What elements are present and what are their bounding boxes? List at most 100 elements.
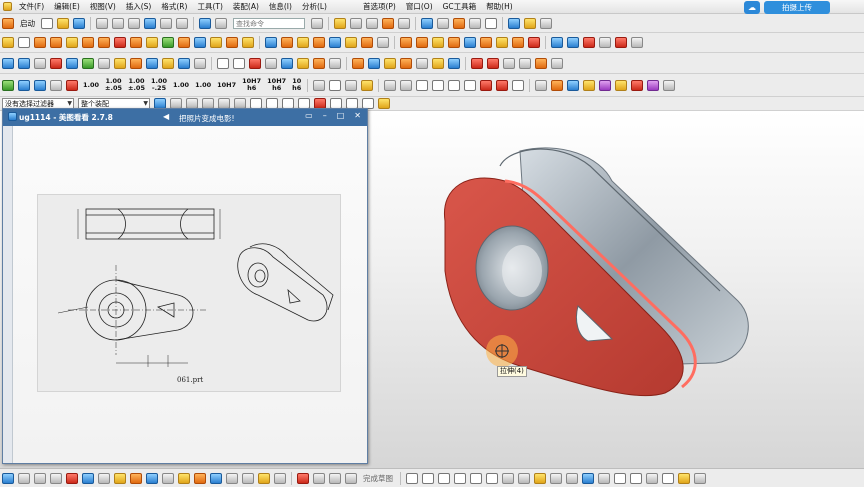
perspective-icon[interactable] — [398, 17, 410, 29]
cloud-upload-icon[interactable]: ☁ — [744, 1, 760, 14]
lights-icon[interactable] — [567, 79, 580, 91]
start-icon[interactable] — [2, 17, 14, 29]
viewer-title-bar[interactable]: ug1114 - 美图看看 2.7.8 ◀ 把照片变成电影! ▭ – □ ✕ — [3, 109, 367, 126]
section-view-icon[interactable] — [469, 17, 481, 29]
menu-help[interactable]: 帮助(H) — [481, 1, 518, 12]
pull-face-icon[interactable] — [528, 37, 540, 48]
text-curve-icon[interactable] — [329, 57, 341, 69]
constraints-icon[interactable] — [274, 472, 286, 484]
dimension-icon[interactable] — [297, 472, 309, 484]
note-icon[interactable] — [345, 79, 358, 91]
pattern-curve-icon[interactable] — [162, 472, 174, 484]
resize-face-icon[interactable] — [512, 37, 524, 48]
restore-icon[interactable]: ▭ — [305, 111, 313, 120]
reorder-feature-icon[interactable] — [130, 57, 142, 69]
offset-curve-icon[interactable] — [352, 57, 364, 69]
cone-icon[interactable] — [297, 37, 309, 48]
dim-style-7[interactable]: 10H7 — [217, 81, 236, 89]
sketch-fillet-icon[interactable] — [454, 472, 466, 484]
divide-curve-icon[interactable] — [448, 57, 460, 69]
sketch-show-icon[interactable] — [662, 472, 674, 484]
wcs-icon[interactable] — [2, 57, 14, 69]
offset-icon[interactable] — [146, 472, 158, 484]
polygon-icon[interactable] — [281, 57, 293, 69]
cut-icon[interactable] — [96, 17, 108, 29]
circle-icon[interactable] — [265, 57, 277, 69]
dim-style-9[interactable]: 10H7 h6 — [267, 78, 286, 92]
sphere-icon[interactable] — [313, 37, 325, 48]
sketch-mirror-icon[interactable] — [566, 472, 578, 484]
menu-edit[interactable]: 编辑(E) — [49, 1, 85, 12]
command-finder-icon[interactable] — [199, 17, 211, 29]
delay-update-icon[interactable] — [178, 57, 190, 69]
make-corner-icon[interactable] — [258, 472, 270, 484]
pmi-settings-icon[interactable] — [66, 79, 78, 91]
menu-file[interactable]: 文件(F) — [14, 1, 49, 12]
cylinder-icon[interactable] — [281, 37, 293, 48]
triangle-icon[interactable] — [233, 57, 245, 69]
intersect-curve-icon[interactable] — [384, 57, 396, 69]
datum-feature-icon[interactable] — [313, 79, 326, 91]
menu-window[interactable]: 窗口(O) — [401, 1, 438, 12]
viewer-canvas[interactable]: 061.prt — [3, 126, 367, 463]
convert-reference-icon[interactable] — [345, 472, 357, 484]
sketch-view-icon[interactable] — [50, 472, 62, 484]
sketch-circle-icon[interactable] — [438, 472, 450, 484]
orient-view-icon[interactable] — [453, 17, 465, 29]
pattern-icon[interactable] — [329, 37, 341, 48]
boss-icon[interactable] — [82, 37, 94, 48]
menu-view[interactable]: 视图(V) — [85, 1, 121, 12]
dim-style-1[interactable]: 1.00 — [83, 81, 99, 89]
angularity-icon[interactable] — [432, 79, 445, 91]
project-curve-icon[interactable] — [368, 57, 380, 69]
material-icon[interactable] — [551, 79, 564, 91]
dim-style-2[interactable]: 1.00 ±.05 — [105, 78, 122, 92]
redo-icon[interactable] — [160, 17, 172, 29]
rotate-icon[interactable] — [366, 17, 378, 29]
bounded-plane-icon[interactable] — [615, 37, 627, 48]
pan-icon[interactable] — [382, 17, 394, 29]
intersection-point-icon[interactable] — [194, 472, 206, 484]
viewer-caption[interactable]: 把照片变成电影! — [179, 113, 235, 124]
snap-options-icon[interactable] — [378, 98, 390, 109]
groove-icon[interactable] — [146, 37, 158, 48]
section-curve-icon[interactable] — [519, 57, 531, 69]
unite-icon[interactable] — [162, 37, 174, 48]
suppress-feature-icon[interactable] — [114, 57, 126, 69]
repeat-command-icon[interactable] — [176, 17, 188, 29]
sketch-polygon-icon[interactable] — [486, 472, 498, 484]
copy-icon[interactable] — [112, 17, 124, 29]
sketch-more-icon[interactable] — [694, 472, 706, 484]
sketch-extend-icon[interactable] — [598, 472, 610, 484]
deviation-icon[interactable] — [50, 79, 62, 91]
sketch-animation-icon[interactable] — [678, 472, 690, 484]
auto-constrain-icon[interactable] — [329, 472, 341, 484]
command-search-input[interactable]: 查找命令 — [233, 17, 305, 29]
runout-icon[interactable] — [512, 79, 525, 91]
slot-icon[interactable] — [130, 37, 142, 48]
image-viewer-window[interactable]: ug1114 - 美图看看 2.7.8 ◀ 把照片变成电影! ▭ – □ ✕ 0… — [2, 108, 368, 464]
helix-icon[interactable] — [471, 57, 483, 69]
finish-sketch-button[interactable]: 完成草图 — [363, 473, 393, 484]
update-model-icon[interactable] — [162, 57, 174, 69]
sketch-dimension-icon[interactable] — [646, 472, 658, 484]
revolve-icon[interactable] — [50, 37, 62, 48]
mirror-icon[interactable] — [345, 37, 357, 48]
profile-icon[interactable] — [66, 472, 78, 484]
swept-icon[interactable] — [583, 37, 595, 48]
viewer-thumbnail-strip[interactable] — [3, 126, 13, 463]
zoom-icon[interactable] — [350, 17, 362, 29]
toolbar-options-icon[interactable] — [540, 17, 552, 29]
dim-style-8[interactable]: 10H7 h6 — [242, 78, 261, 92]
join-curve-icon[interactable] — [416, 57, 428, 69]
position-icon[interactable] — [448, 79, 461, 91]
reattach-icon[interactable] — [34, 472, 46, 484]
upload-button[interactable]: 拍摄上传 — [764, 1, 830, 14]
intersect-icon[interactable] — [194, 37, 206, 48]
sketch-arc-icon[interactable] — [422, 472, 434, 484]
block-icon[interactable] — [265, 37, 277, 48]
undo-icon[interactable] — [144, 17, 156, 29]
split-body-icon[interactable] — [377, 37, 389, 48]
close-icon[interactable]: ✕ — [354, 111, 361, 120]
derived-lines-icon[interactable] — [210, 472, 222, 484]
